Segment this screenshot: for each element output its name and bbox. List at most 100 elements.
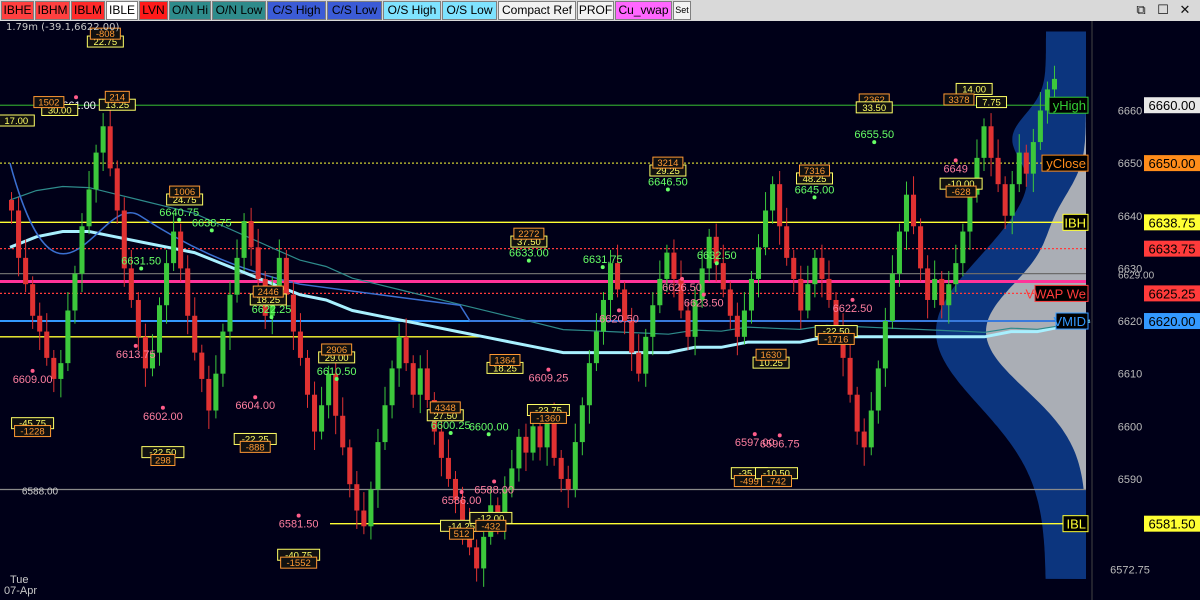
- toolbar-button-iblm[interactable]: IBLM: [71, 1, 105, 20]
- candle-body: [135, 299, 141, 337]
- data-box-value: 2272: [518, 229, 539, 240]
- pivot-dot: [680, 276, 685, 281]
- candle-body: [382, 405, 388, 443]
- candle-body: [234, 257, 240, 295]
- pivot-dot: [600, 265, 605, 270]
- candle-body: [297, 331, 303, 358]
- candle-body: [44, 331, 50, 358]
- candle-body: [650, 305, 656, 337]
- candle-body: [593, 331, 599, 364]
- data-box-value: 1630: [760, 350, 781, 361]
- toolbar-button-o-n-low[interactable]: O/N Low: [212, 1, 266, 20]
- price-annotation: 6609.00: [13, 374, 53, 386]
- candle-body: [128, 268, 134, 300]
- candle-body: [911, 194, 917, 227]
- candle-body: [558, 457, 564, 479]
- candle-body: [530, 426, 536, 453]
- pivot-dot: [617, 308, 622, 313]
- candle-body: [805, 284, 811, 311]
- candle-body: [748, 278, 754, 311]
- candle-body: [861, 431, 867, 448]
- candle-body: [932, 278, 938, 300]
- candle-body: [925, 268, 931, 300]
- pivot-dot: [665, 187, 670, 192]
- price-annotation: 6631.75: [583, 254, 623, 266]
- pivot-dot: [133, 343, 138, 348]
- candle-body: [276, 257, 282, 290]
- price-axis-level-value: 6633.75: [1149, 242, 1196, 257]
- toolbar-button-prof[interactable]: PROF: [577, 1, 614, 20]
- candle-body: [474, 547, 480, 569]
- candle-body: [1037, 110, 1043, 143]
- toolbar-button-o-s-high[interactable]: O/S High: [383, 1, 441, 20]
- candle-body: [481, 536, 487, 569]
- candle-body: [995, 157, 1001, 185]
- candle-body: [854, 394, 860, 432]
- price-axis-tick: 6572.75: [1110, 565, 1150, 577]
- date-label: 07-Apr: [4, 585, 38, 597]
- pivot-dot: [752, 432, 757, 437]
- pivot-dot: [953, 158, 958, 163]
- candle-body: [988, 126, 994, 158]
- pivot-dot: [139, 266, 144, 271]
- candle-body: [107, 126, 113, 169]
- maximize-icon[interactable]: ☐: [1154, 2, 1172, 19]
- pivot-dot: [492, 479, 497, 484]
- toolbar-button-compact-ref[interactable]: Compact Ref: [498, 1, 576, 20]
- price-annotation: 6610.50: [317, 366, 357, 378]
- candle-body: [741, 310, 747, 337]
- candle-body: [424, 368, 430, 400]
- close-icon[interactable]: ✕: [1176, 2, 1194, 19]
- candle-body: [903, 194, 910, 232]
- toolbar-button-ibhm[interactable]: IBHM: [35, 1, 70, 20]
- toolbar-button-o-s-low[interactable]: O/S Low: [442, 1, 497, 20]
- price-axis-level-value: 6629.00: [1118, 271, 1155, 282]
- toolbar-button-o-n-hi[interactable]: O/N Hi: [169, 1, 211, 20]
- candle-body: [777, 184, 783, 227]
- candle-body: [72, 273, 78, 311]
- price-annotation: 6620.50: [599, 313, 639, 325]
- price-axis-tick: 6660: [1118, 105, 1142, 117]
- pivot-dot: [30, 368, 35, 373]
- price-annotation: 6596.75: [760, 438, 800, 450]
- candle-body: [312, 394, 318, 432]
- candle-body: [23, 257, 29, 285]
- price-annotation: 6623.50: [684, 298, 724, 310]
- candle-body: [178, 231, 184, 269]
- candle-body: [185, 268, 191, 316]
- toolbar-button-cu-vwap[interactable]: Cu_vwap: [615, 1, 672, 20]
- candle-body: [523, 436, 529, 453]
- data-box-value: -888: [246, 442, 265, 453]
- pivot-dot: [701, 292, 706, 297]
- price-annotation: 6632.50: [697, 250, 737, 262]
- toolbar-button-ible[interactable]: IBLE: [106, 1, 138, 20]
- toolbar-button-lvn[interactable]: LVN: [139, 1, 168, 20]
- candle-body: [565, 478, 571, 490]
- price-axis-level-value: 6660.00: [1149, 98, 1196, 113]
- toolbar-button-c-s-high[interactable]: C/S High: [267, 1, 326, 20]
- candle-body: [93, 152, 99, 190]
- candle-body: [368, 489, 374, 527]
- candle-body: [875, 368, 881, 411]
- candle-body: [798, 278, 804, 311]
- price-axis-level-value: 6638.75: [1149, 215, 1196, 230]
- price-annotation: 6631.50: [121, 255, 161, 267]
- pivot-dot: [177, 217, 182, 222]
- price-annotation: 6613.75: [116, 349, 156, 361]
- level-label-vmid: VMID: [1054, 314, 1087, 329]
- candle-body: [375, 442, 381, 490]
- restore-icon[interactable]: ⧉: [1132, 2, 1150, 19]
- candle-body: [791, 257, 797, 279]
- price-annotation: 6626.50: [662, 282, 702, 294]
- price-chart[interactable]: 6661.006609.006613.756602.006640.756638.…: [0, 21, 1200, 600]
- candle-body: [1016, 152, 1022, 185]
- candle-body: [361, 510, 367, 527]
- candle-body: [967, 194, 973, 232]
- candle-body: [283, 257, 289, 295]
- candle-body: [164, 263, 170, 306]
- toolbar-button-set[interactable]: Set: [673, 1, 691, 20]
- data-box-value: 3378: [948, 95, 969, 106]
- toolbar-button-c-s-low[interactable]: C/S Low: [327, 1, 382, 20]
- toolbar-button-ibhe[interactable]: IBHE: [1, 1, 34, 20]
- candle-body: [403, 336, 409, 364]
